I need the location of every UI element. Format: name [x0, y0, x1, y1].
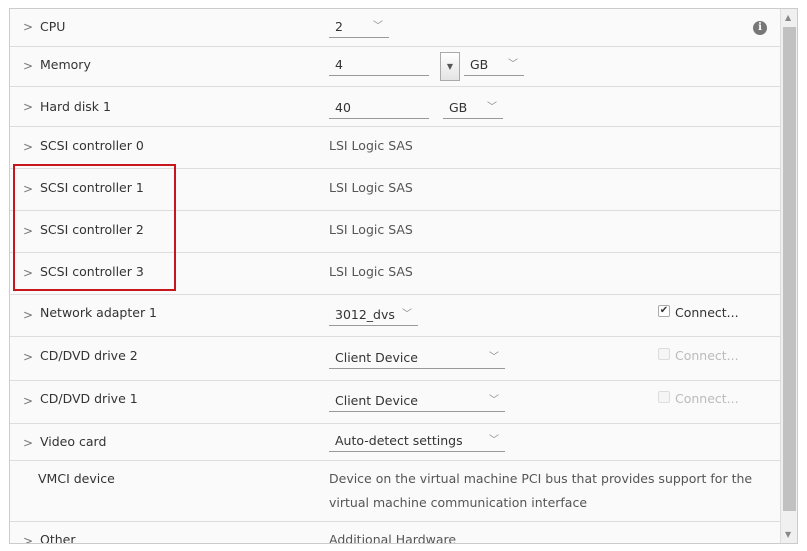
row-value: LSI Logic SAS — [329, 222, 413, 237]
connect-checkbox[interactable]: ✔ — [658, 305, 670, 317]
chevron-down-icon: ﹀ — [489, 352, 499, 363]
row-network-adapter[interactable]: > Network adapter 1 3012_dvs ﹀ ✔ Connect.… — [10, 295, 781, 337]
chevron-down-icon: ﹀ — [489, 395, 499, 406]
row-label: Memory — [40, 57, 91, 72]
row-cd-dvd-1[interactable]: > CD/DVD drive 1 Client Device ﹀ Connect.… — [10, 381, 781, 424]
memory-dropdown-button[interactable]: ▼ — [440, 52, 460, 81]
row-value: LSI Logic SAS — [329, 180, 413, 195]
chevron-down-icon: ﹀ — [402, 309, 412, 320]
row-label: CD/DVD drive 2 — [40, 348, 138, 363]
memory-unit: GB — [470, 57, 489, 72]
connect-label: Connect... — [675, 391, 739, 406]
row-value: Additional Hardware — [329, 532, 457, 544]
cd-dvd-1-select[interactable]: Client Device ﹀ — [329, 391, 505, 412]
cd-dvd-1-value: Client Device — [335, 393, 418, 408]
vmci-description-line2: virtual machine communication interface — [329, 495, 588, 510]
row-label: CD/DVD drive 1 — [40, 391, 138, 406]
highlight-box — [13, 164, 176, 291]
chevron-right-icon[interactable]: > — [23, 534, 33, 543]
memory-value: 4 — [335, 57, 343, 72]
disk-size-input[interactable]: 40 — [329, 98, 429, 119]
video-card-value: Auto-detect settings — [335, 433, 463, 448]
chevron-right-icon[interactable]: > — [23, 308, 33, 322]
row-memory[interactable]: > Memory 4 ▼ GB ﹀ — [10, 47, 781, 87]
connect-checkbox[interactable] — [658, 348, 670, 360]
memory-input[interactable]: 4 — [329, 55, 429, 76]
row-value: LSI Logic SAS — [329, 264, 413, 279]
row-scsi0[interactable]: > SCSI controller 0 LSI Logic SAS — [10, 127, 781, 169]
row-hard-disk[interactable]: > Hard disk 1 40 GB ﹀ — [10, 87, 781, 127]
cpu-value: 2 — [335, 19, 343, 34]
disk-size-value: 40 — [335, 100, 351, 115]
disk-unit-select[interactable]: GB ﹀ — [443, 98, 503, 119]
row-label: SCSI controller 0 — [40, 138, 144, 153]
vertical-scrollbar[interactable]: ▲ ▼ — [780, 9, 797, 543]
connect-checkbox[interactable] — [658, 391, 670, 403]
disk-unit: GB — [449, 100, 468, 115]
connect-label: Connect... — [675, 348, 739, 363]
row-cd-dvd-2[interactable]: > CD/DVD drive 2 Client Device ﹀ Connect.… — [10, 337, 781, 381]
chevron-right-icon[interactable]: > — [23, 100, 33, 114]
memory-unit-select[interactable]: GB ﹀ — [464, 55, 524, 76]
row-label: Video card — [40, 434, 107, 449]
scroll-up-icon[interactable]: ▲ — [785, 13, 791, 22]
chevron-down-icon: ﹀ — [508, 59, 518, 70]
network-value: 3012_dvs — [335, 307, 395, 322]
row-label: Hard disk 1 — [40, 99, 111, 114]
chevron-down-icon: ﹀ — [489, 435, 499, 446]
chevron-down-icon: ﹀ — [487, 102, 497, 113]
scrollbar-thumb[interactable] — [783, 27, 796, 511]
row-vmci-device: VMCI device Device on the virtual machin… — [10, 461, 781, 522]
row-label: VMCI device — [38, 471, 115, 486]
chevron-right-icon[interactable]: > — [23, 350, 33, 364]
connect-label: Connect... — [675, 305, 739, 320]
row-label: Other — [40, 532, 76, 544]
cpu-select[interactable]: 2 ﹀ — [329, 17, 389, 38]
vmci-description-line1: Device on the virtual machine PCI bus th… — [329, 471, 753, 486]
chevron-down-icon: ﹀ — [373, 21, 383, 32]
video-card-select[interactable]: Auto-detect settings ﹀ — [329, 431, 505, 452]
chevron-right-icon[interactable]: > — [23, 394, 33, 408]
network-select[interactable]: 3012_dvs ﹀ — [329, 305, 418, 326]
row-video-card[interactable]: > Video card Auto-detect settings ﹀ — [10, 424, 781, 461]
chevron-right-icon[interactable]: > — [23, 59, 33, 73]
row-label: Network adapter 1 — [40, 305, 158, 320]
row-other[interactable]: > Other Additional Hardware — [10, 522, 781, 544]
chevron-right-icon[interactable]: > — [23, 140, 33, 154]
cd-dvd-2-select[interactable]: Client Device ﹀ — [329, 348, 505, 369]
cd-dvd-2-value: Client Device — [335, 350, 418, 365]
row-cpu[interactable]: > CPU 2 ﹀ i — [10, 9, 781, 47]
chevron-right-icon[interactable]: > — [23, 436, 33, 450]
row-label: CPU — [40, 19, 66, 34]
row-value: LSI Logic SAS — [329, 138, 413, 153]
chevron-right-icon[interactable]: > — [23, 20, 33, 34]
scroll-down-icon[interactable]: ▼ — [785, 530, 791, 539]
info-icon[interactable]: i — [753, 21, 767, 35]
